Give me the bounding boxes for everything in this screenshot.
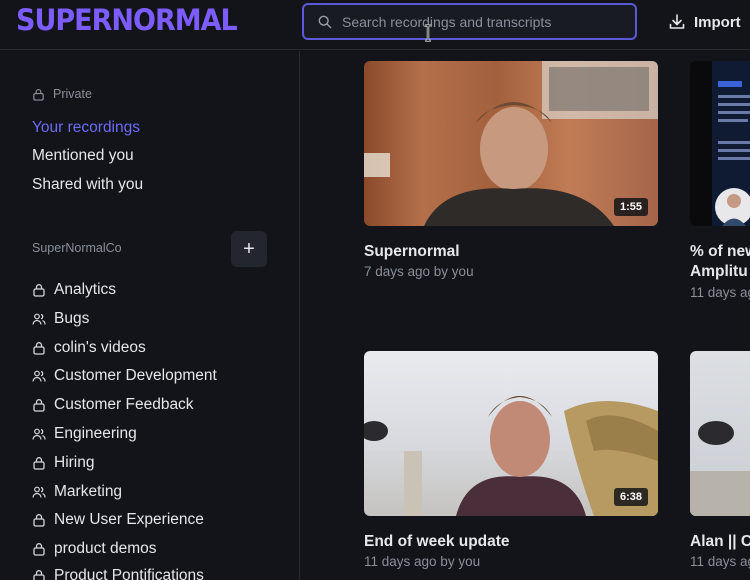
folder-label: Analytics <box>54 281 117 298</box>
folder-engineering[interactable]: Engineering <box>32 425 137 443</box>
lock-icon <box>33 514 45 527</box>
sidebar: Private Your recordings Mentioned you Sh… <box>0 51 300 580</box>
folder-label: product demos <box>54 540 157 557</box>
recording-meta: 11 days ag <box>690 554 750 569</box>
folder-colins-videos[interactable]: colin's videos <box>32 339 146 357</box>
folder-label: Marketing <box>54 483 123 500</box>
folder-product-pontifications[interactable]: Product Pontifications <box>32 567 204 580</box>
recording-meta: 11 days ago by you <box>364 554 481 569</box>
lock-icon <box>33 457 45 470</box>
lock-icon <box>33 543 45 556</box>
recording-meta: 7 days ago by you <box>364 264 474 279</box>
recording-title[interactable]: % of new <box>690 243 750 261</box>
recording-card[interactable]: % of new Amplitu 11 days ag <box>690 61 750 300</box>
folder-label: New User Experience <box>54 511 204 528</box>
folder-bugs[interactable]: Bugs <box>32 310 89 328</box>
recording-card[interactable]: 1:55 Supernormal 7 days ago by you <box>364 61 658 279</box>
team-label: SuperNormalCo <box>32 241 122 255</box>
text-cursor-icon <box>425 24 431 42</box>
recording-title[interactable]: End of week update <box>364 533 510 551</box>
folder-label: Hiring <box>54 454 95 471</box>
users-icon <box>32 313 46 325</box>
lock-icon <box>33 570 45 580</box>
folder-label: Product Pontifications <box>54 567 204 580</box>
video-frame <box>690 421 750 516</box>
folder-customer-development[interactable]: Customer Development <box>32 367 217 385</box>
folder-label: Customer Feedback <box>54 396 194 413</box>
folder-marketing[interactable]: Marketing <box>32 483 122 501</box>
video-thumbnail[interactable]: 1:55 <box>364 61 658 226</box>
add-folder-button[interactable]: + <box>231 231 267 267</box>
recording-title[interactable]: Alan || C <box>690 533 750 551</box>
lock-icon <box>33 399 45 412</box>
video-thumbnail[interactable] <box>690 351 750 516</box>
recording-title-line2: Amplitu <box>690 263 748 280</box>
nav-your-recordings[interactable]: Your recordings <box>32 119 140 137</box>
users-icon <box>32 486 46 498</box>
recording-card[interactable]: Alan || C 11 days ag <box>690 351 750 569</box>
recording-meta: 11 days ag <box>690 285 750 300</box>
folder-product-demos[interactable]: product demos <box>32 540 157 558</box>
nav-shared-with-you[interactable]: Shared with you <box>32 176 143 194</box>
top-bar: Supernormal Import <box>0 0 750 50</box>
team-section-label: SuperNormalCo <box>32 241 122 255</box>
private-label: Private <box>53 87 92 101</box>
import-label: Import <box>694 13 741 31</box>
video-thumbnail[interactable]: 6:38 <box>364 351 658 516</box>
duration-badge: 1:55 <box>613 198 648 216</box>
recording-card[interactable]: 6:38 End of week update 11 days ago by y… <box>364 351 658 569</box>
folder-label: Engineering <box>54 425 137 442</box>
video-thumbnail[interactable] <box>690 61 750 226</box>
video-frame <box>712 61 750 226</box>
users-icon <box>32 370 46 382</box>
nav-mentioned-you[interactable]: Mentioned you <box>32 147 134 165</box>
recordings-grid: 1:55 Supernormal 7 days ago by you % of … <box>301 51 750 580</box>
users-icon <box>32 428 46 440</box>
folder-new-user-experience[interactable]: New User Experience <box>32 511 204 529</box>
folder-hiring[interactable]: Hiring <box>32 454 94 472</box>
folder-label: Customer Development <box>54 367 217 384</box>
lock-icon <box>33 284 45 297</box>
search-box[interactable] <box>302 3 637 40</box>
duration-badge: 6:38 <box>613 488 648 506</box>
private-section-label: Private <box>32 87 92 101</box>
download-icon <box>669 14 685 29</box>
folder-label: colin's videos <box>54 339 146 356</box>
folder-customer-feedback[interactable]: Customer Feedback <box>32 396 194 414</box>
lock-icon <box>33 342 45 355</box>
recording-title[interactable]: Supernormal <box>364 243 460 261</box>
search-input[interactable] <box>342 10 622 34</box>
lock-icon <box>33 88 44 101</box>
supernormal-logo[interactable]: Supernormal <box>16 4 238 38</box>
folder-analytics[interactable]: Analytics <box>32 281 116 299</box>
folder-label: Bugs <box>54 310 90 327</box>
import-button[interactable]: Import <box>668 10 741 34</box>
search-icon <box>318 15 332 29</box>
